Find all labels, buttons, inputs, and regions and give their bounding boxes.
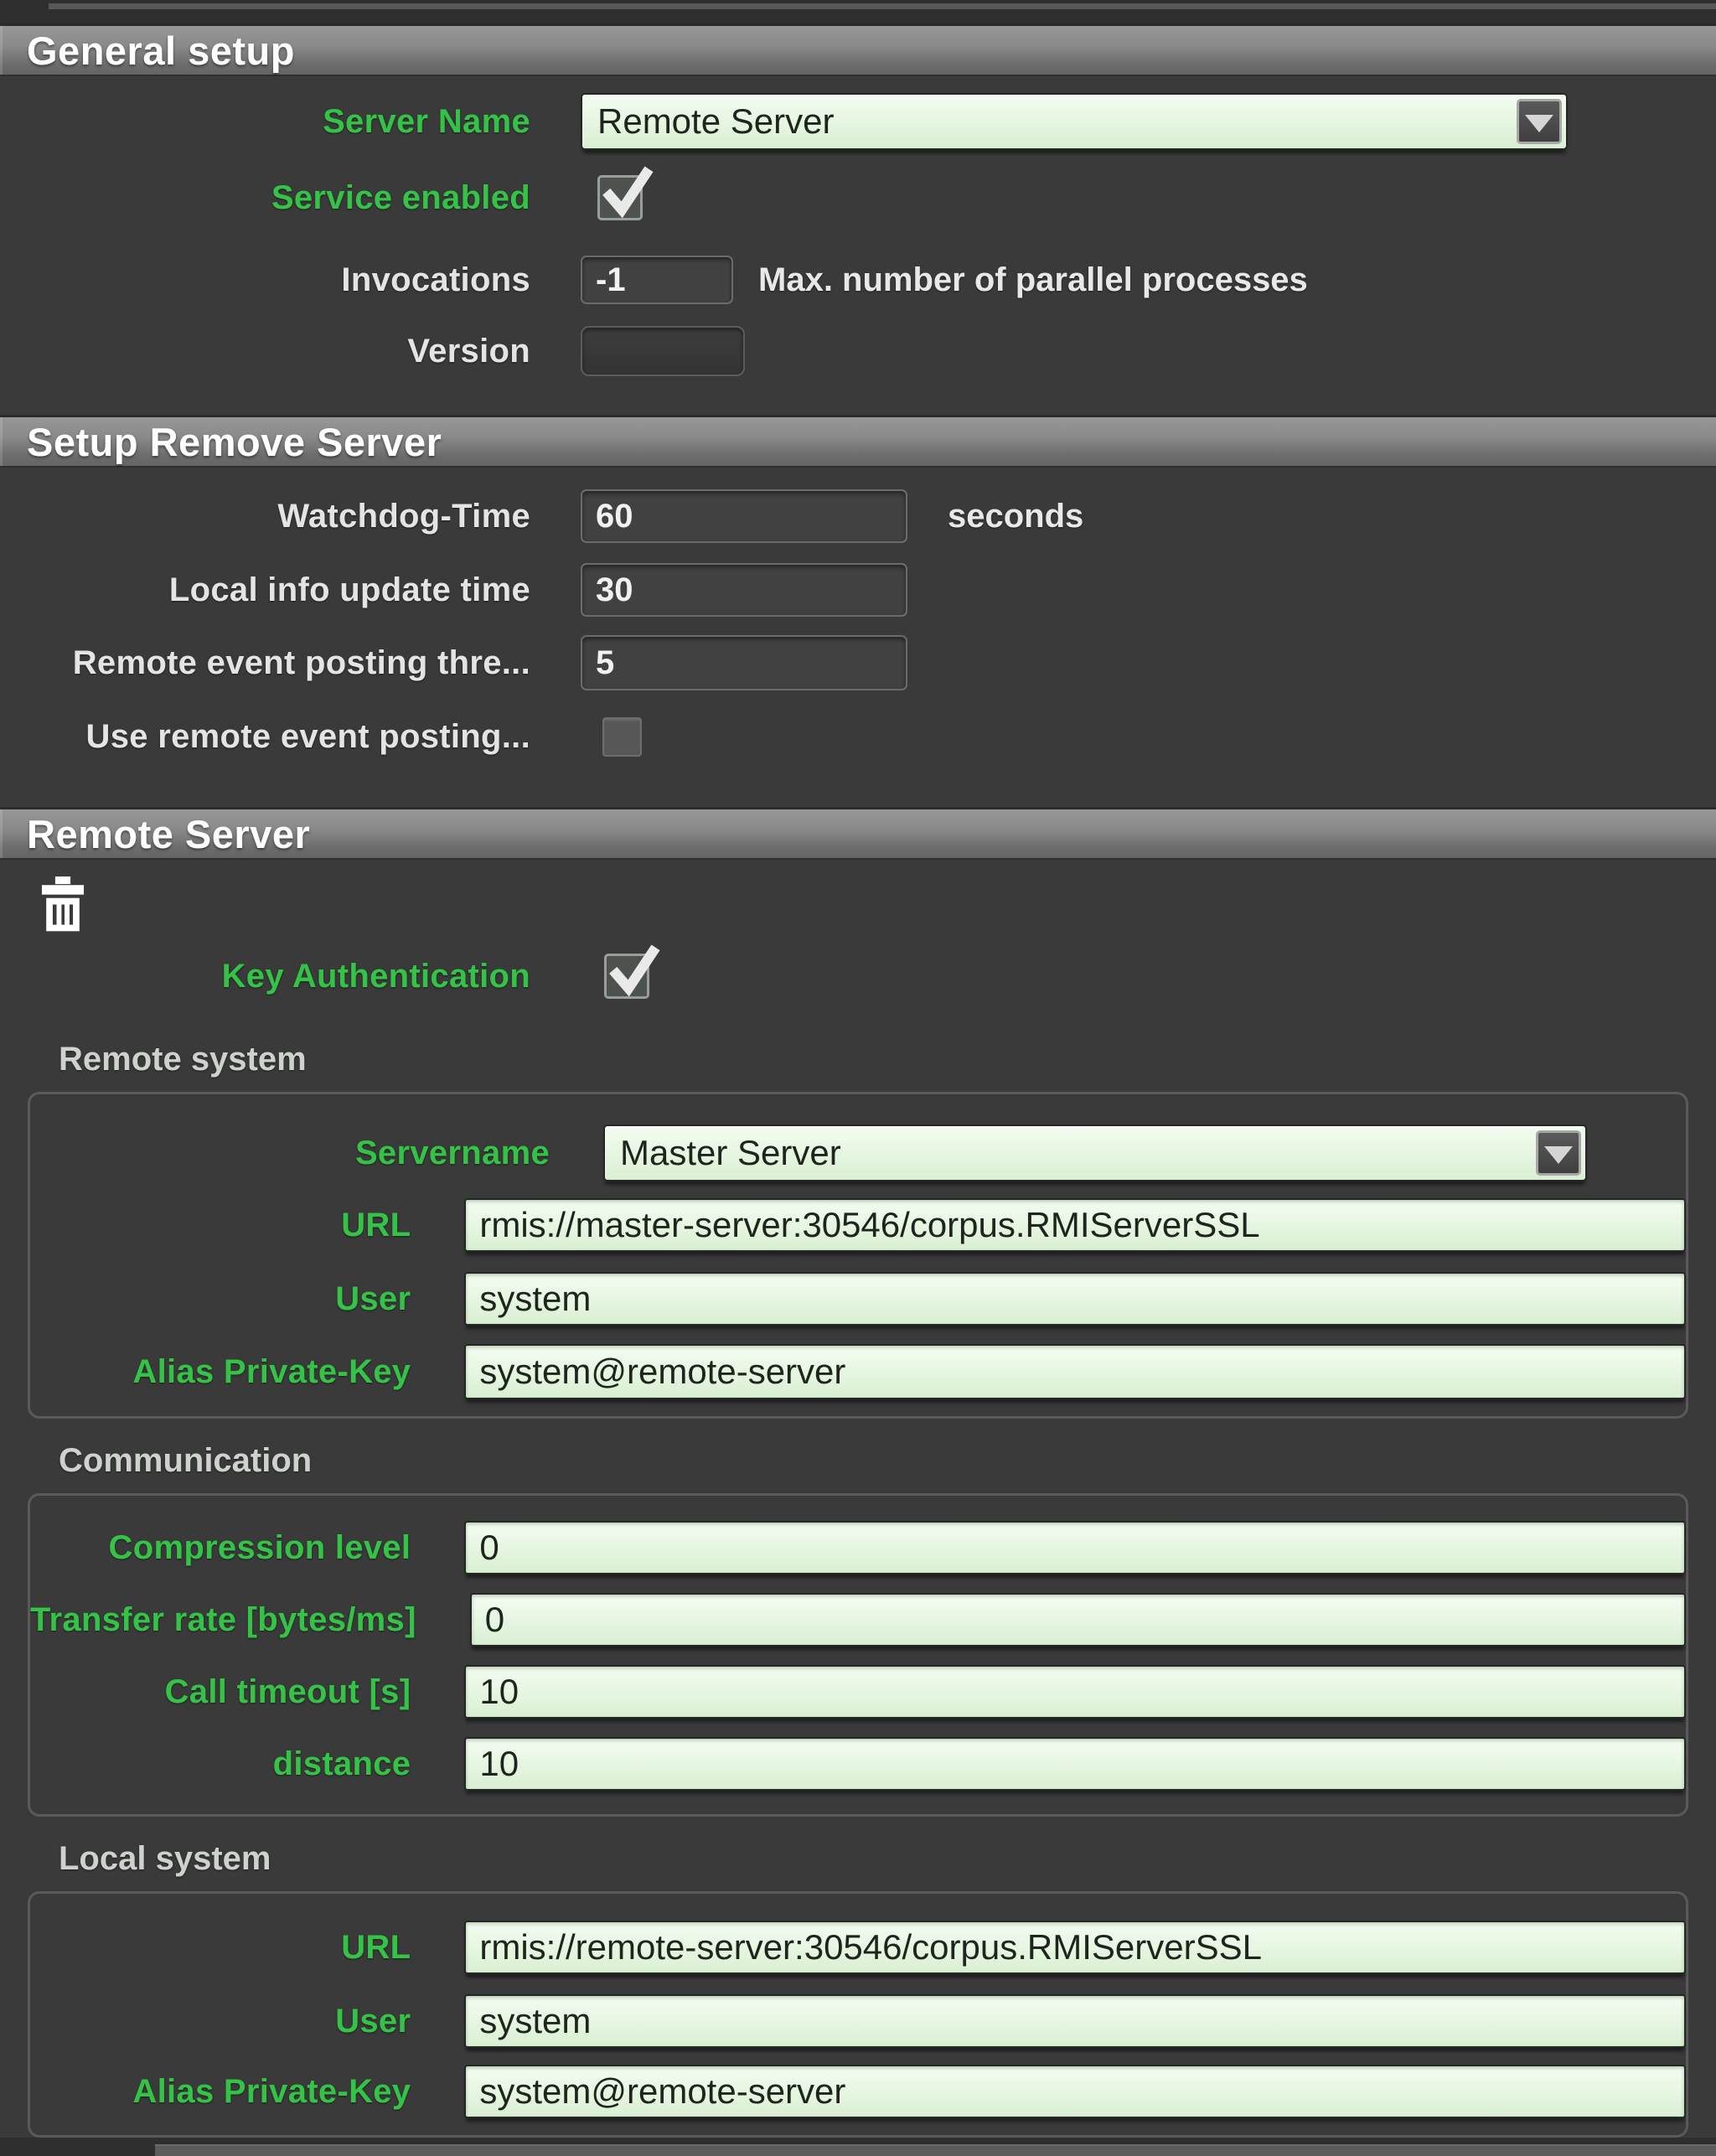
panel-top-edge <box>0 0 1716 23</box>
local-user-row: User <box>30 1994 1686 2048</box>
local-alias-row: Alias Private-Key <box>30 2065 1686 2118</box>
key-authentication-row: Key Authentication <box>0 954 1716 999</box>
compression-level-input[interactable] <box>464 1521 1686 1574</box>
check-icon <box>602 169 650 218</box>
version-input[interactable] <box>581 326 745 376</box>
server-name-label: Server Name <box>0 103 530 141</box>
communication-group: Compression level Transfer rate [bytes/m… <box>28 1493 1688 1817</box>
local-system-group-label: Local system <box>59 1840 1716 1878</box>
server-name-combobox[interactable]: Remote Server <box>581 93 1568 150</box>
local-info-update-label: Local info update time <box>0 571 530 609</box>
server-name-value: Remote Server <box>597 101 834 142</box>
compression-level-label: Compression level <box>30 1529 411 1567</box>
general-setup-header: General setup <box>0 23 1716 76</box>
remote-url-input[interactable] <box>464 1198 1686 1252</box>
local-info-update-input[interactable] <box>581 563 907 617</box>
remote-system-group-label: Remote system <box>59 1041 1716 1078</box>
communication-group-label: Communication <box>59 1442 1716 1480</box>
transfer-rate-input[interactable] <box>470 1593 1686 1647</box>
use-remote-event-posting-row: Use remote event posting... <box>0 717 1716 807</box>
server-name-row: Server Name Remote Server <box>0 93 1716 150</box>
watchdog-time-input[interactable] <box>581 489 907 543</box>
local-alias-private-key-label: Alias Private-Key <box>30 2073 411 2111</box>
distance-row: distance <box>30 1737 1686 1791</box>
server-name-dropdown-button[interactable] <box>1517 99 1562 144</box>
remote-event-threshold-input[interactable] <box>581 635 907 690</box>
call-timeout-label: Call timeout [s] <box>30 1673 411 1711</box>
local-user-input[interactable] <box>464 1994 1686 2048</box>
chevron-down-icon <box>1544 1146 1573 1164</box>
call-timeout-row: Call timeout [s] <box>30 1665 1686 1719</box>
key-authentication-label: Key Authentication <box>0 958 530 995</box>
check-icon <box>608 948 657 996</box>
watchdog-time-label: Watchdog-Time <box>0 498 530 535</box>
remote-url-label: URL <box>30 1207 411 1244</box>
use-remote-event-posting-checkbox[interactable] <box>602 717 642 757</box>
local-url-label: URL <box>30 1929 411 1967</box>
use-remote-event-posting-label: Use remote event posting... <box>0 718 530 756</box>
remote-url-row: URL <box>30 1198 1686 1252</box>
local-system-group: URL User Alias Private-Key <box>28 1891 1688 2138</box>
version-row: Version <box>0 326 1716 415</box>
invocations-row: Invocations Max. number of parallel proc… <box>0 256 1716 304</box>
servername-value: Master Server <box>620 1133 841 1173</box>
general-setup-section: Server Name Remote Server Service enable… <box>0 93 1716 415</box>
invocations-hint: Max. number of parallel processes <box>758 261 1308 299</box>
service-enabled-label: Service enabled <box>0 179 530 217</box>
panel-bottom-edge <box>0 2138 1716 2156</box>
remote-event-threshold-label: Remote event posting thre... <box>0 644 530 682</box>
general-setup-title: General setup <box>27 28 295 74</box>
setup-remove-server-header: Setup Remove Server <box>0 415 1716 468</box>
remote-event-threshold-row: Remote event posting thre... <box>0 635 1716 690</box>
setup-remove-server-title: Setup Remove Server <box>27 419 442 465</box>
version-label: Version <box>0 333 530 370</box>
servername-label: Servername <box>30 1135 550 1172</box>
key-authentication-checkbox[interactable] <box>604 954 649 999</box>
setup-remove-server-section: Watchdog-Time seconds Local info update … <box>0 489 1716 807</box>
remote-user-input[interactable] <box>464 1272 1686 1326</box>
distance-label: distance <box>30 1745 411 1783</box>
local-info-update-row: Local info update time <box>0 563 1716 617</box>
local-alias-private-key-input[interactable] <box>464 2065 1686 2118</box>
trash-icon <box>37 876 89 932</box>
remote-user-row: User <box>30 1272 1686 1326</box>
remote-alias-row: Alias Private-Key <box>30 1344 1686 1399</box>
remote-system-group: Servername Master Server URL User Alias … <box>28 1092 1688 1419</box>
remote-alias-private-key-label: Alias Private-Key <box>30 1353 411 1391</box>
service-enabled-row: Service enabled <box>0 175 1716 220</box>
local-url-row: URL <box>30 1921 1686 1974</box>
delete-remote-server-button[interactable] <box>35 876 90 933</box>
compression-level-row: Compression level <box>30 1521 1686 1574</box>
service-enabled-checkbox[interactable] <box>597 175 643 220</box>
invocations-input[interactable] <box>581 256 733 304</box>
watchdog-time-row: Watchdog-Time seconds <box>0 489 1716 543</box>
settings-panel: General setup Server Name Remote Server … <box>0 0 1716 2143</box>
call-timeout-input[interactable] <box>464 1665 1686 1719</box>
transfer-rate-row: Transfer rate [bytes/ms] <box>30 1593 1686 1647</box>
chevron-down-icon <box>1525 115 1553 132</box>
servername-row: Servername Master Server <box>30 1125 1686 1181</box>
remote-server-header: Remote Server <box>0 807 1716 860</box>
distance-input[interactable] <box>464 1737 1686 1791</box>
transfer-rate-label: Transfer rate [bytes/ms] <box>30 1601 416 1639</box>
watchdog-time-unit: seconds <box>948 498 1083 535</box>
servername-combobox[interactable]: Master Server <box>603 1125 1587 1181</box>
local-user-label: User <box>30 2003 411 2040</box>
remote-server-title: Remote Server <box>27 811 310 857</box>
invocations-label: Invocations <box>0 261 530 299</box>
remote-user-label: User <box>30 1280 411 1318</box>
remote-alias-private-key-input[interactable] <box>464 1344 1686 1399</box>
servername-dropdown-button[interactable] <box>1536 1130 1581 1176</box>
remote-server-section: Key Authentication Remote system Servern… <box>0 876 1716 2138</box>
local-url-input[interactable] <box>464 1921 1686 1974</box>
